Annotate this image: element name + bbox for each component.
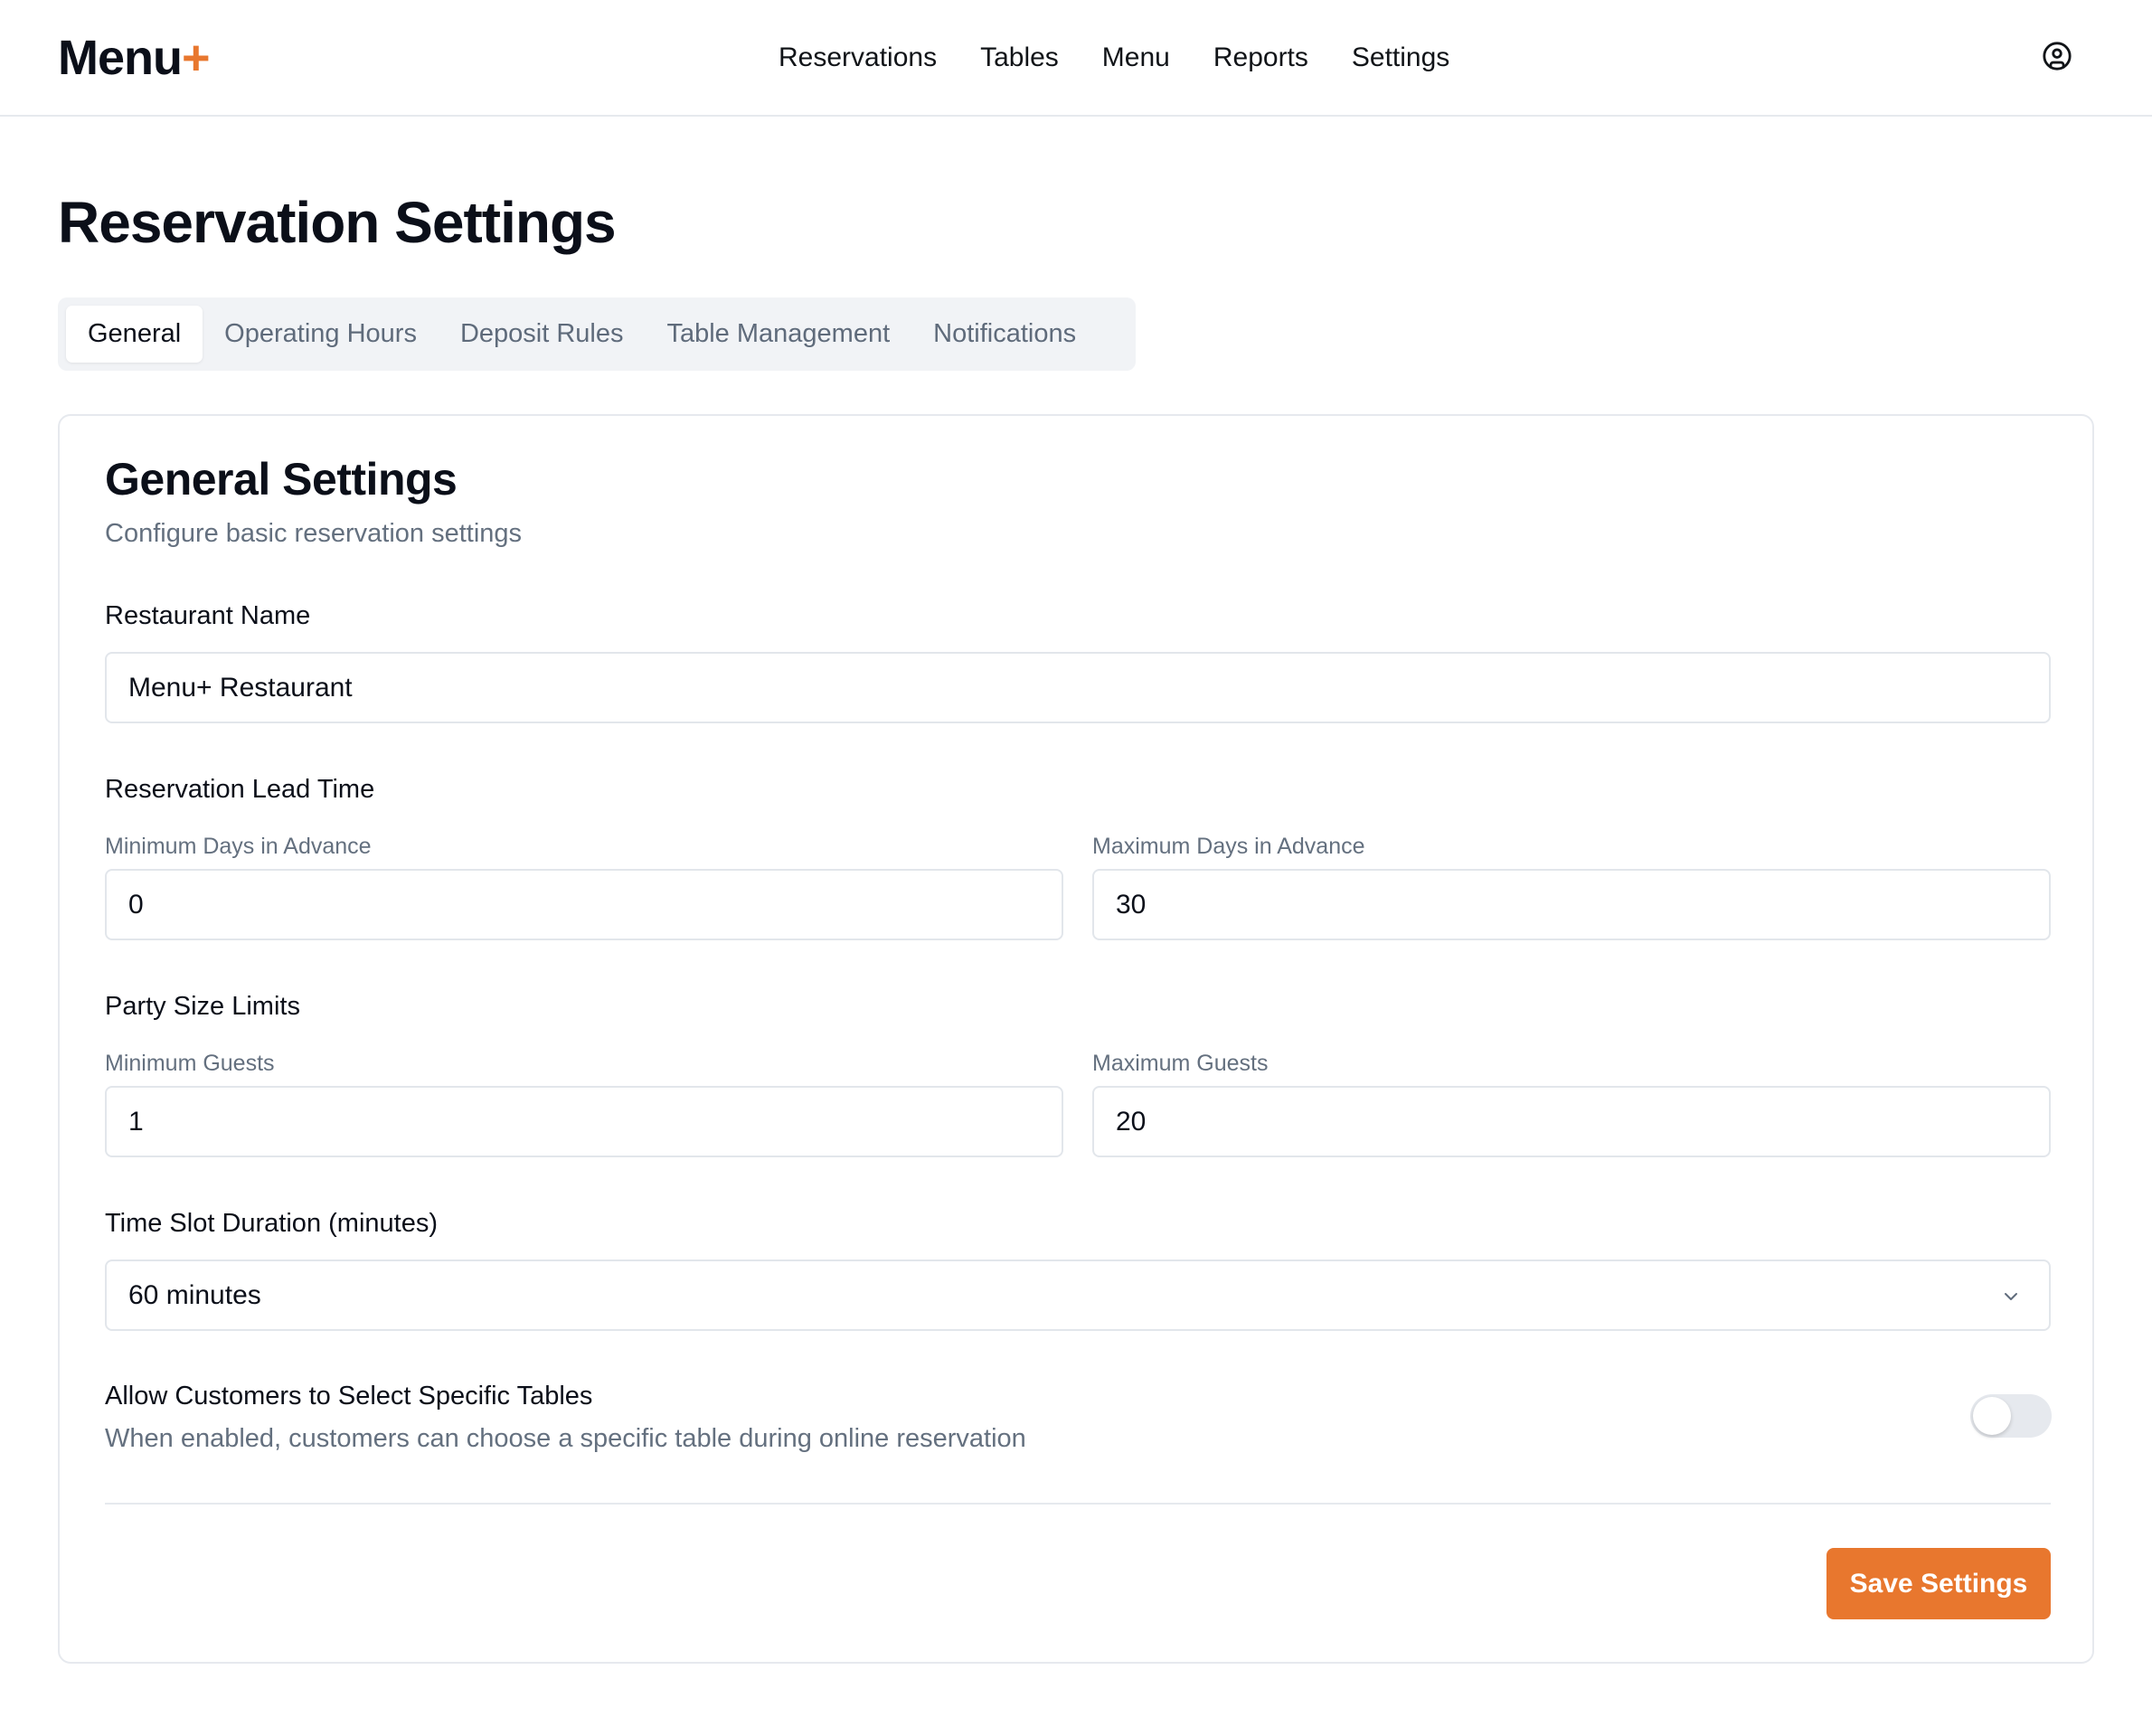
user-circle-icon[interactable] bbox=[2042, 41, 2072, 71]
max-days-label: Maximum Days in Advance bbox=[1092, 834, 1365, 859]
general-settings-card: General Settings Configure basic reserva… bbox=[58, 414, 2094, 1664]
party-size-label: Party Size Limits bbox=[105, 992, 300, 1021]
tab-table-management[interactable]: Table Management bbox=[645, 306, 911, 363]
card-subtitle: Configure basic reservation settings bbox=[105, 519, 523, 548]
tab-deposit-rules[interactable]: Deposit Rules bbox=[439, 306, 646, 363]
restaurant-name-label: Restaurant Name bbox=[105, 601, 311, 630]
max-days-input[interactable]: 30 bbox=[1092, 869, 2051, 940]
nav-menu[interactable]: Menu bbox=[1102, 40, 1170, 76]
toggle-knob bbox=[1973, 1397, 2011, 1435]
tab-notifications[interactable]: Notifications bbox=[911, 306, 1098, 363]
table-selection-label: Allow Customers to Select Specific Table… bbox=[105, 1382, 593, 1410]
card-divider bbox=[105, 1503, 2051, 1505]
page-title: Reservation Settings bbox=[58, 190, 617, 255]
time-slot-label: Time Slot Duration (minutes) bbox=[105, 1209, 438, 1238]
save-settings-button[interactable]: Save Settings bbox=[1826, 1548, 2051, 1619]
max-guests-label: Maximum Guests bbox=[1092, 1051, 1269, 1076]
chevron-down-icon bbox=[2005, 1293, 2017, 1300]
nav-tables[interactable]: Tables bbox=[980, 40, 1059, 76]
table-selection-description: When enabled, customers can choose a spe… bbox=[105, 1424, 1026, 1453]
settings-tabs: General Operating Hours Deposit Rules Ta… bbox=[58, 297, 1136, 371]
min-guests-input[interactable]: 1 bbox=[105, 1086, 1063, 1157]
tab-general[interactable]: General bbox=[66, 306, 203, 363]
nav-reports[interactable]: Reports bbox=[1213, 40, 1308, 76]
top-header: Menu+ Reservations Tables Menu Reports S… bbox=[0, 0, 2152, 117]
lead-time-label: Reservation Lead Time bbox=[105, 775, 375, 804]
time-slot-select[interactable]: 60 minutes bbox=[105, 1260, 2051, 1331]
max-guests-input[interactable]: 20 bbox=[1092, 1086, 2051, 1157]
app-logo[interactable]: Menu+ bbox=[58, 31, 211, 85]
card-title: General Settings bbox=[105, 454, 458, 505]
table-selection-toggle[interactable] bbox=[1970, 1394, 2052, 1438]
nav-settings[interactable]: Settings bbox=[1352, 40, 1449, 76]
logo-plus: + bbox=[182, 31, 211, 85]
min-days-input[interactable]: 0 bbox=[105, 869, 1063, 940]
min-guests-label: Minimum Guests bbox=[105, 1051, 275, 1076]
min-days-label: Minimum Days in Advance bbox=[105, 834, 372, 859]
tab-operating-hours[interactable]: Operating Hours bbox=[203, 306, 439, 363]
nav-reservations[interactable]: Reservations bbox=[779, 40, 937, 76]
restaurant-name-input[interactable]: Menu+ Restaurant bbox=[105, 652, 2051, 723]
time-slot-value: 60 minutes bbox=[128, 1279, 261, 1310]
main-nav: Reservations Tables Menu Reports Setting… bbox=[779, 40, 1449, 76]
logo-text: Menu bbox=[58, 31, 183, 85]
